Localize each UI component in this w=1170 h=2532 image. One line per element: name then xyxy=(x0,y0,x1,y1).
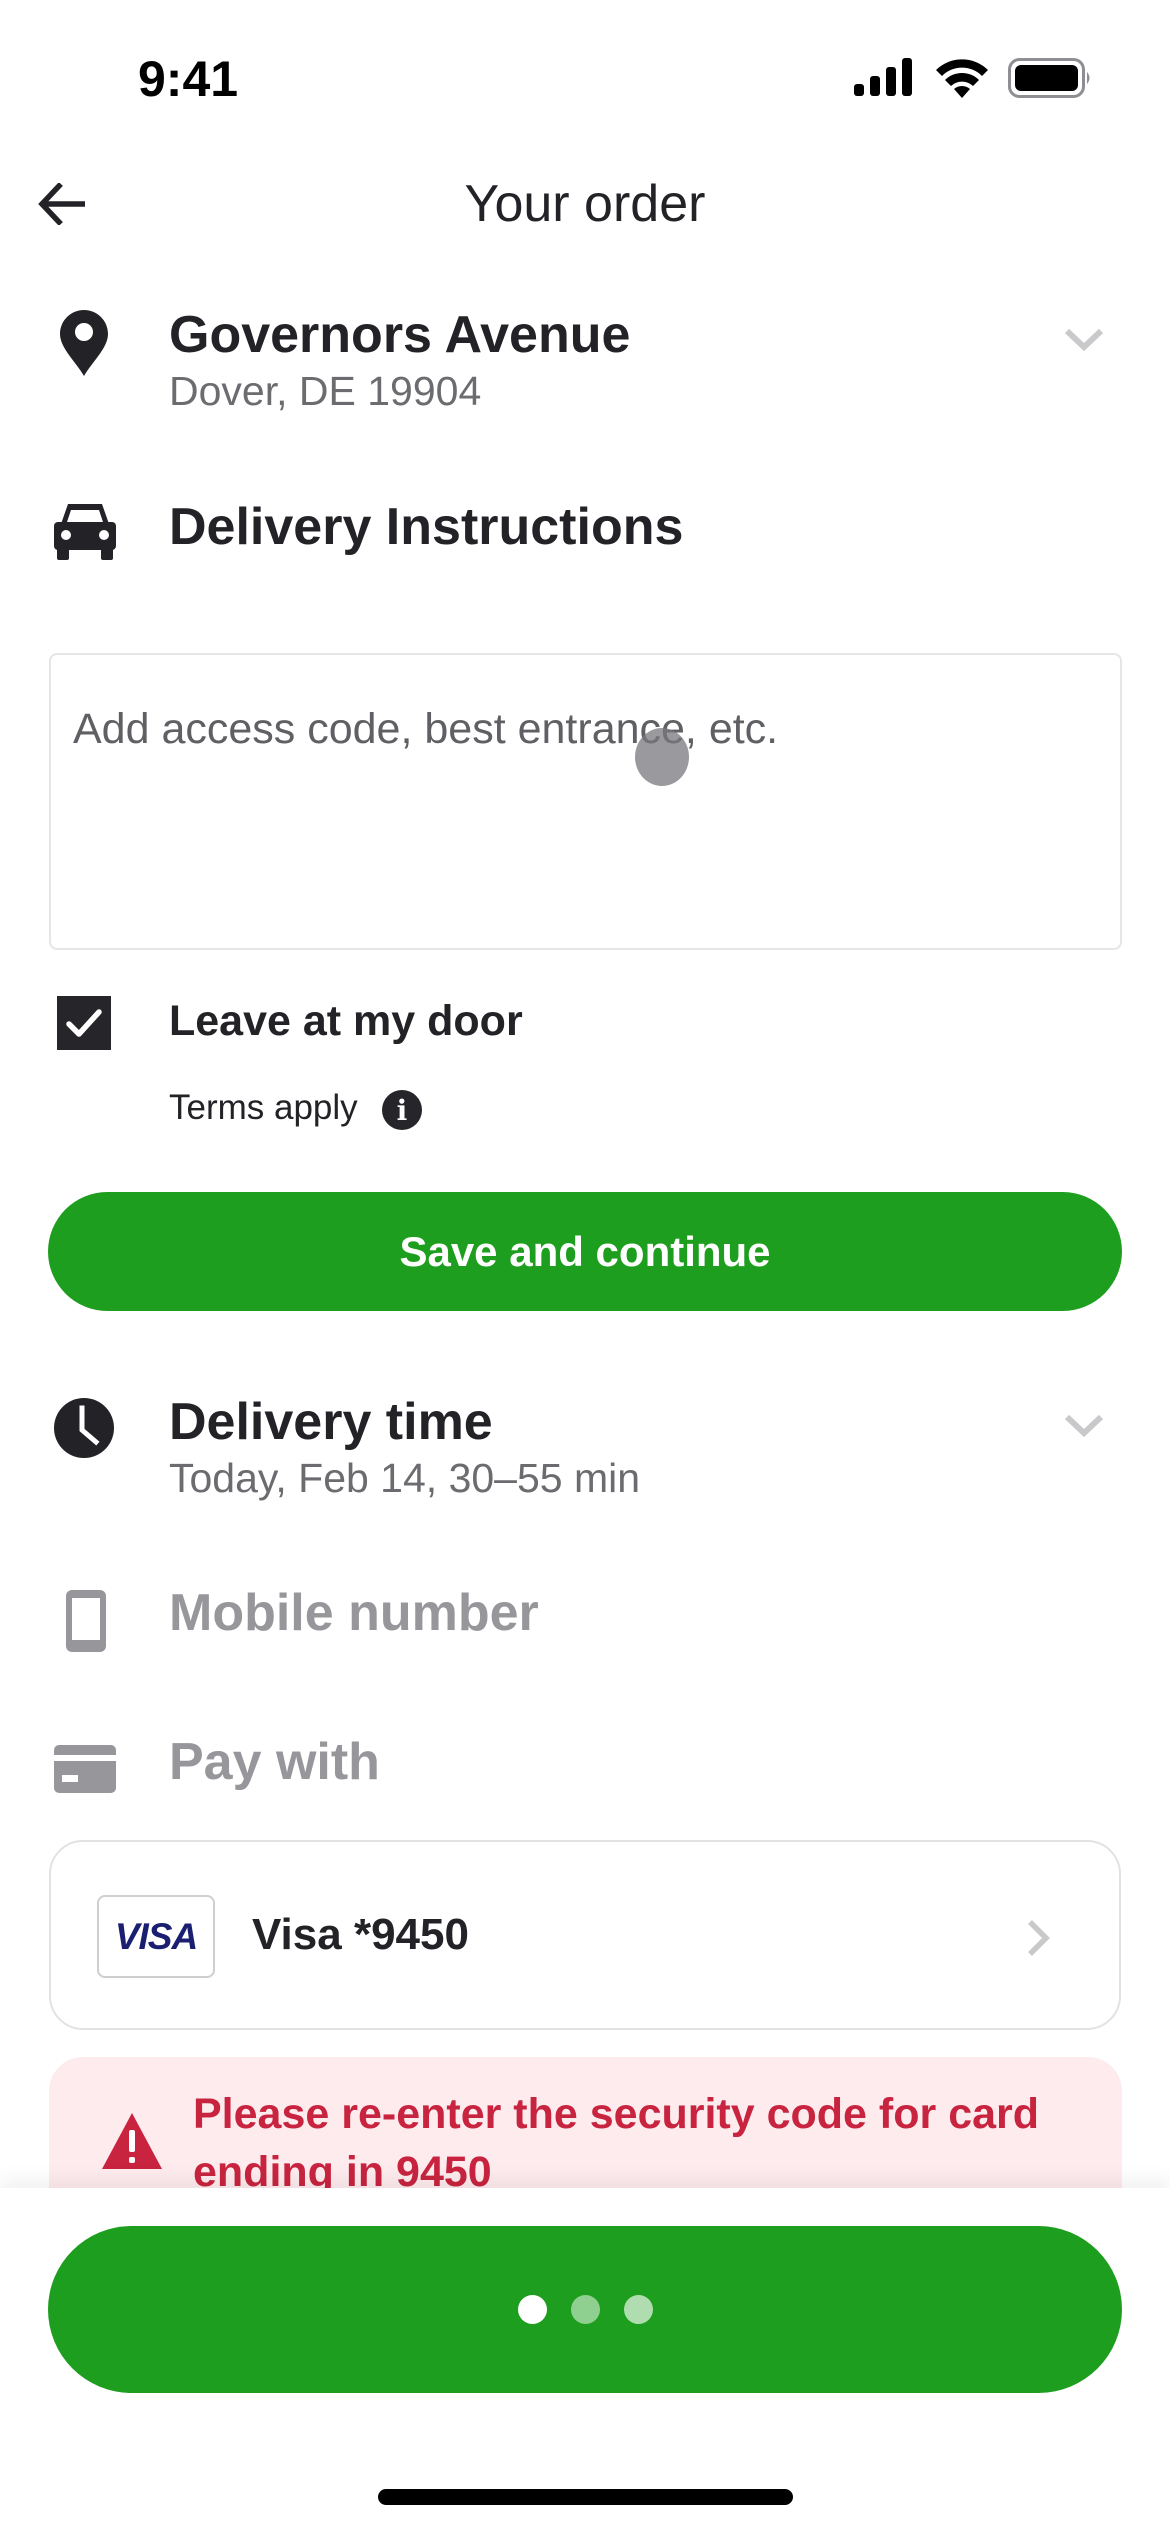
error-message: Please re-enter the security code for ca… xyxy=(193,2090,1040,2196)
chevron-right-icon xyxy=(1028,1920,1050,1956)
home-indicator xyxy=(378,2489,793,2505)
delivery-instructions-input[interactable] xyxy=(49,653,1122,950)
cellular-signal-icon xyxy=(854,58,912,96)
visa-logo: VISA xyxy=(97,1895,215,1978)
place-order-button-loading[interactable] xyxy=(48,2226,1122,2393)
address-title: Governors Avenue xyxy=(169,306,631,364)
clock-icon xyxy=(54,1398,114,1458)
save-and-continue-button[interactable]: Save and continue xyxy=(48,1192,1122,1311)
payment-card-label: Visa *9450 xyxy=(252,1910,469,1959)
map-pin-icon xyxy=(60,310,108,376)
info-icon[interactable]: i xyxy=(382,1090,422,1130)
address-subtitle: Dover, DE 19904 xyxy=(169,368,482,414)
status-bar-time: 9:41 xyxy=(138,51,239,107)
checkmark-icon xyxy=(66,1009,102,1037)
delivery-instructions-title: Delivery Instructions xyxy=(169,498,684,556)
pay-with-title: Pay with xyxy=(169,1733,380,1791)
mobile-phone-icon xyxy=(66,1590,106,1652)
battery-icon xyxy=(1008,58,1090,98)
loading-dot xyxy=(623,2295,653,2324)
page-title: Your order xyxy=(464,175,706,233)
warning-triangle-icon xyxy=(102,2113,162,2169)
chevron-down-icon[interactable] xyxy=(1062,1412,1106,1440)
leave-at-door-checkbox[interactable] xyxy=(57,996,111,1050)
leave-at-door-label[interactable]: Leave at my door xyxy=(169,997,523,1046)
loading-dot xyxy=(570,2295,600,2324)
mobile-number-title: Mobile number xyxy=(169,1584,539,1642)
delivery-time-subtitle: Today, Feb 14, 30–55 min xyxy=(169,1455,641,1501)
delivery-time-title: Delivery time xyxy=(169,1393,493,1451)
wifi-icon xyxy=(936,59,988,98)
car-icon xyxy=(54,504,116,560)
chevron-down-icon[interactable] xyxy=(1062,326,1106,354)
loading-dot xyxy=(517,2295,547,2324)
terms-apply-text: Terms apply xyxy=(169,1088,358,1127)
credit-card-icon xyxy=(54,1745,116,1793)
